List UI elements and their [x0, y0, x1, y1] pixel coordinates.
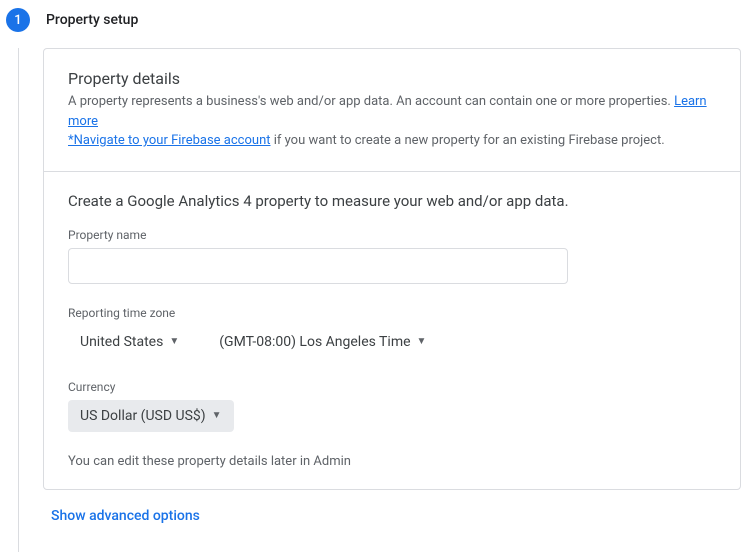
step-number-badge: 1	[6, 8, 30, 32]
country-value: United States	[80, 334, 163, 350]
currency-label: Currency	[68, 380, 716, 394]
country-dropdown[interactable]: United States ▼	[68, 326, 191, 358]
timezone-dropdown[interactable]: (GMT-08:00) Los Angeles Time ▼	[207, 326, 438, 358]
step-header: 1 Property setup	[0, 0, 741, 48]
advanced-options-row: Show advanced options	[43, 490, 741, 542]
firebase-link[interactable]: *Navigate to your Firebase account	[68, 133, 271, 148]
step-content: Property details A property represents a…	[18, 48, 741, 552]
property-name-input[interactable]	[68, 248, 568, 284]
timezone-label: Reporting time zone	[68, 306, 716, 320]
property-details-heading: Property details	[68, 69, 716, 88]
create-heading: Create a Google Analytics 4 property to …	[68, 192, 716, 210]
property-name-field: Property name	[68, 228, 716, 284]
firebase-suffix: if you want to create a new property for…	[271, 133, 665, 148]
currency-field: Currency US Dollar (USD US$) ▼	[68, 380, 716, 432]
currency-dropdown[interactable]: US Dollar (USD US$) ▼	[68, 400, 234, 432]
edit-later-hint: You can edit these property details late…	[68, 454, 716, 469]
caret-down-icon: ▼	[417, 336, 427, 347]
property-details-desc: A property represents a business's web a…	[68, 92, 716, 151]
property-name-label: Property name	[68, 228, 716, 242]
property-form-section: Create a Google Analytics 4 property to …	[44, 171, 740, 489]
timezone-value: (GMT-08:00) Los Angeles Time	[219, 334, 410, 350]
property-card: Property details A property represents a…	[43, 48, 741, 490]
caret-down-icon: ▼	[169, 336, 179, 347]
desc-text: A property represents a business's web a…	[68, 94, 674, 109]
property-details-section: Property details A property represents a…	[44, 49, 740, 171]
step-title: Property setup	[46, 12, 138, 28]
show-advanced-options-link[interactable]: Show advanced options	[51, 508, 200, 524]
caret-down-icon: ▼	[212, 410, 222, 421]
currency-value: US Dollar (USD US$)	[80, 408, 206, 424]
timezone-field: Reporting time zone United States ▼ (GMT…	[68, 306, 716, 358]
